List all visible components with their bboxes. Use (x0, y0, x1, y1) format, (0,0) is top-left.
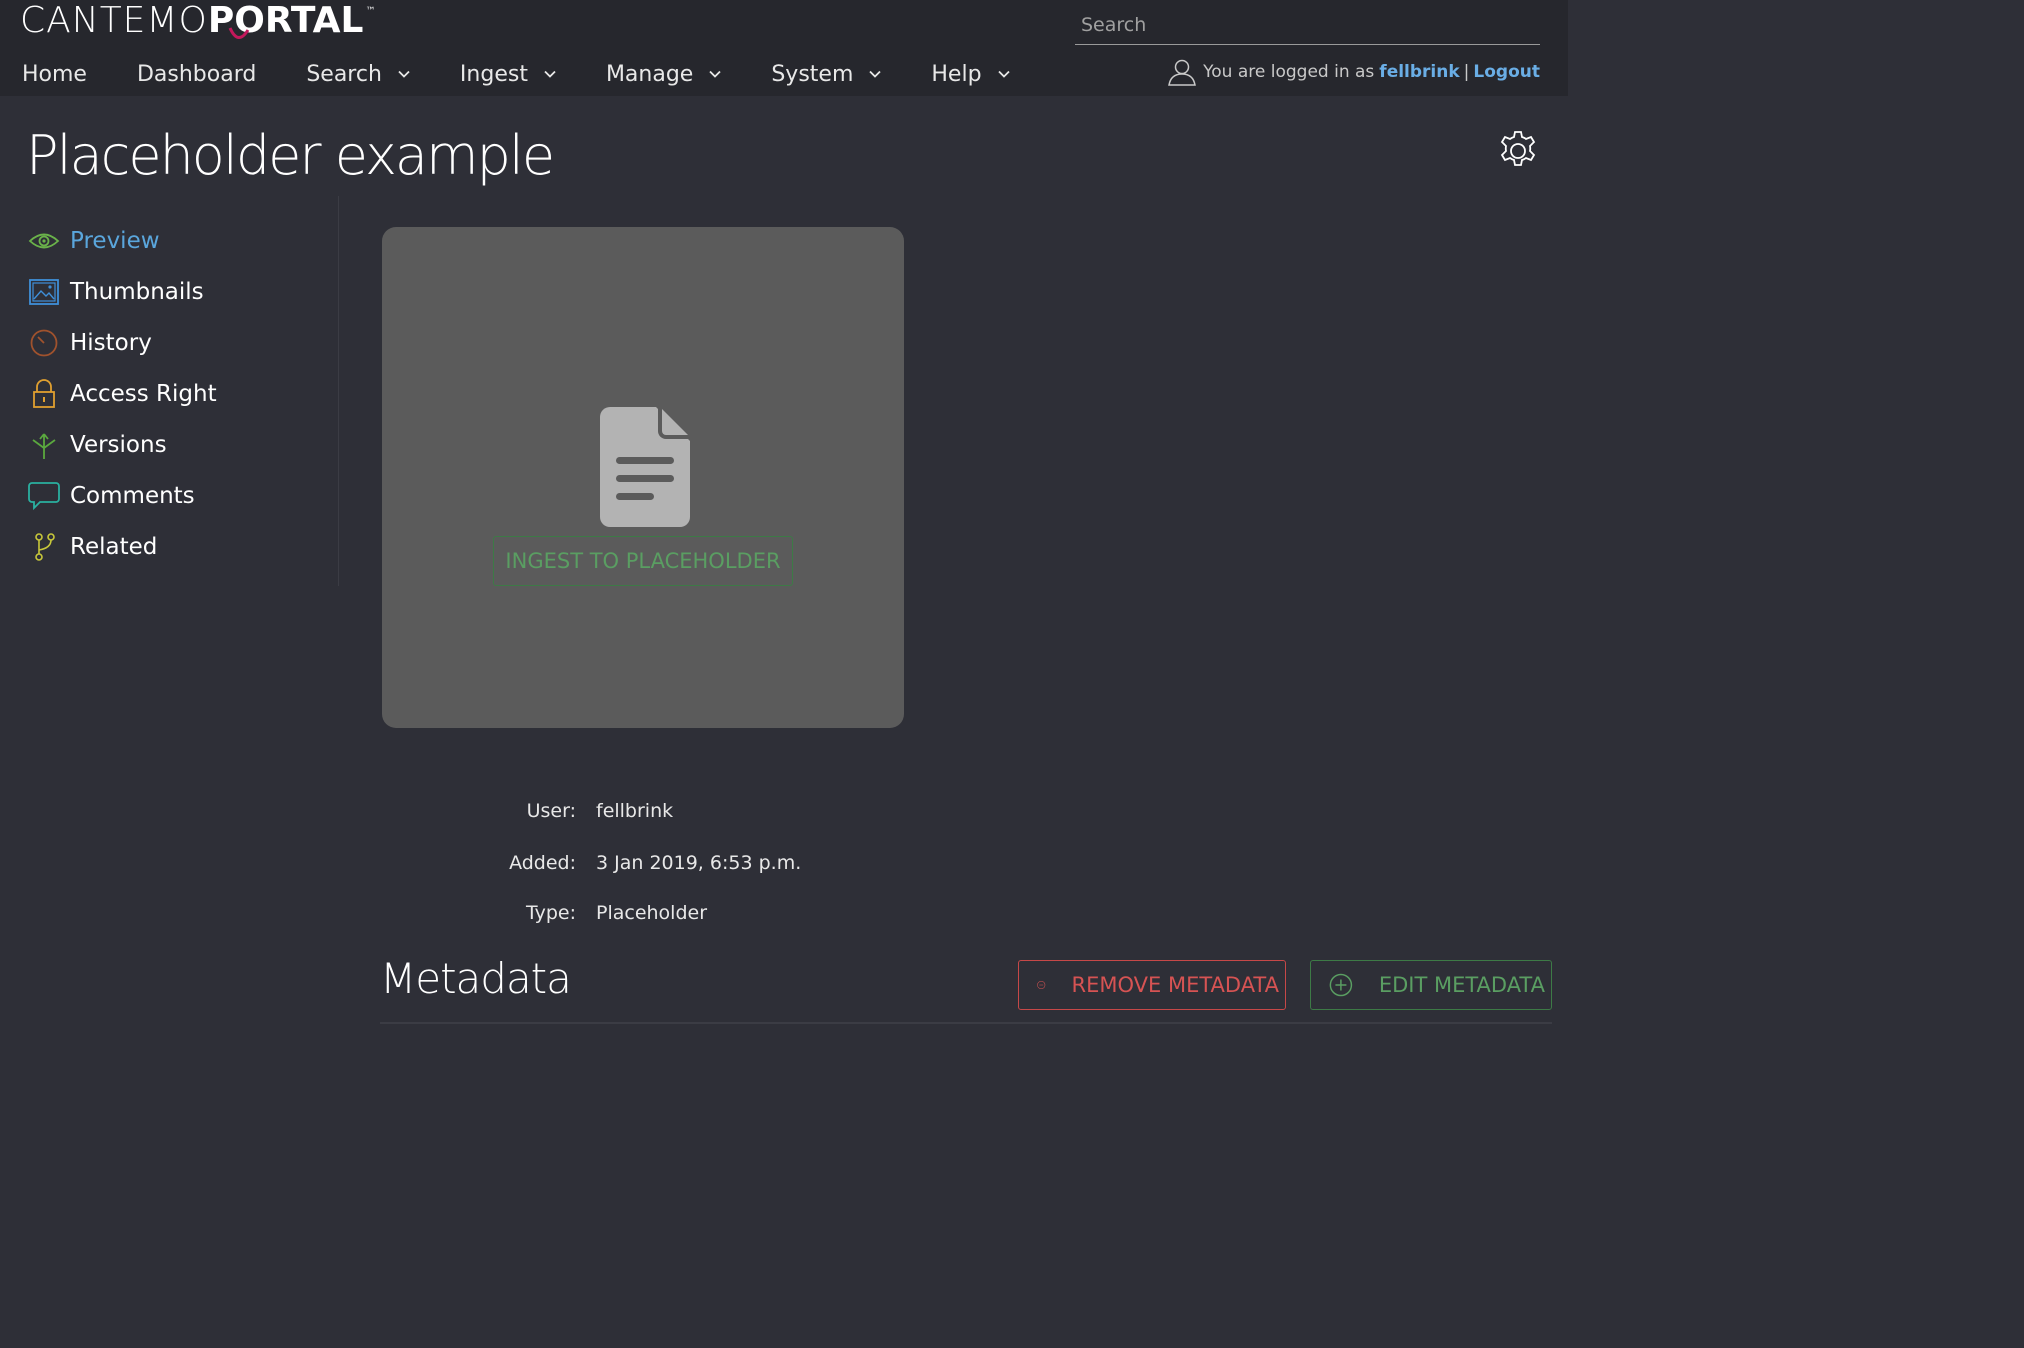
sidebar-item-label: Preview (70, 228, 160, 254)
sidebar-item-access-right[interactable]: Access Right (28, 379, 217, 409)
nav-ingest[interactable]: Ingest (460, 62, 556, 87)
global-search (1075, 8, 1540, 45)
logo-text-right: PORTAL (207, 0, 364, 41)
sidebar-item-comments[interactable]: Comments (28, 481, 195, 511)
nav-search[interactable]: Search (306, 62, 410, 87)
info-type-label: Type: (525, 902, 576, 924)
logged-in-text: You are logged in as (1203, 62, 1375, 82)
logo-mark-icon (228, 27, 250, 39)
nav-help[interactable]: Help (931, 61, 1010, 87)
chevron-down-icon (398, 70, 410, 78)
info-user-value: fellbrink (596, 800, 674, 822)
eye-icon (28, 226, 60, 256)
nav-help-label: Help (931, 61, 982, 87)
versions-icon (28, 430, 60, 460)
sidebar-item-label: Access Right (70, 381, 217, 407)
metadata-heading: Metadata (380, 954, 572, 1003)
comment-icon (28, 481, 60, 511)
edit-metadata-button[interactable]: EDIT METADATA (1310, 960, 1552, 1010)
nav-dashboard[interactable]: Dashboard (137, 62, 256, 87)
metadata-divider (380, 1022, 1552, 1024)
info-user-label: User: (526, 800, 576, 822)
logo-trademark: ™ (365, 6, 376, 17)
nav-search-label: Search (306, 61, 382, 87)
sidebar-item-label: Related (70, 534, 158, 560)
logo-text-left: CANTEMO (20, 0, 208, 41)
user-icon (1168, 59, 1197, 86)
clock-icon (28, 328, 60, 358)
nav-home-label: Home (22, 61, 87, 87)
sidebar-item-label: Thumbnails (70, 279, 204, 305)
gear-icon[interactable] (1496, 129, 1540, 173)
nav-system-label: System (771, 61, 854, 87)
remove-metadata-label: REMOVE METADATA (1071, 973, 1280, 997)
user-info: You are logged in as fellbrink | Logout (1167, 58, 1540, 86)
item-sidebar: Preview Thumbnails History Access Right … (0, 196, 339, 586)
chevron-down-icon (544, 70, 556, 78)
chevron-down-icon (709, 70, 721, 78)
sidebar-item-label: Comments (70, 483, 195, 509)
nav-home[interactable]: Home (22, 62, 87, 87)
sidebar-item-versions[interactable]: Versions (28, 430, 167, 460)
sidebar-item-thumbnails[interactable]: Thumbnails (28, 277, 204, 307)
cantemo-portal-logo[interactable]: CANTEMO PORTAL ™ (20, 0, 375, 44)
document-icon (600, 407, 690, 527)
nav-manage-label: Manage (605, 61, 694, 87)
info-added-value: 3 Jan 2019, 6:53 p.m. (596, 852, 802, 874)
edit-metadata-label: EDIT METADATA (1378, 973, 1545, 997)
nav-system[interactable]: System (771, 61, 882, 87)
main-nav: Home Dashboard Search Ingest Manage Syst… (22, 56, 1060, 92)
minus-circle-icon (1037, 980, 1046, 990)
sidebar-item-related[interactable]: Related (28, 532, 157, 562)
sidebar-item-label: Versions (70, 432, 167, 458)
nav-ingest-label: Ingest (459, 61, 528, 87)
chevron-down-icon (997, 70, 1010, 78)
sidebar-item-history[interactable]: History (28, 328, 152, 358)
branch-icon (28, 532, 60, 562)
chevron-down-icon (869, 70, 882, 78)
info-added-label: Added: (509, 852, 576, 874)
logout-link[interactable]: Logout (1473, 62, 1540, 82)
username-link[interactable]: fellbrink (1379, 62, 1459, 82)
sidebar-item-label: History (70, 330, 152, 356)
remove-metadata-button[interactable]: REMOVE METADATA (1018, 960, 1286, 1010)
nav-dashboard-label: Dashboard (136, 61, 257, 87)
info-type-value: Placeholder (596, 902, 708, 924)
ingest-to-placeholder-button[interactable]: INGEST TO PLACEHOLDER (493, 536, 793, 586)
search-input[interactable] (1075, 8, 1540, 42)
lock-icon (28, 379, 60, 409)
image-icon (28, 277, 60, 307)
top-bar: CANTEMO PORTAL ™ Home Dashboard Search I… (0, 0, 1568, 96)
plus-circle-icon (1329, 973, 1353, 997)
sidebar-item-preview[interactable]: Preview (28, 226, 160, 256)
preview-panel: INGEST TO PLACEHOLDER (382, 227, 904, 728)
nav-manage[interactable]: Manage (606, 62, 721, 87)
page-title: Placeholder example (26, 124, 555, 187)
user-separator: | (1463, 62, 1470, 82)
